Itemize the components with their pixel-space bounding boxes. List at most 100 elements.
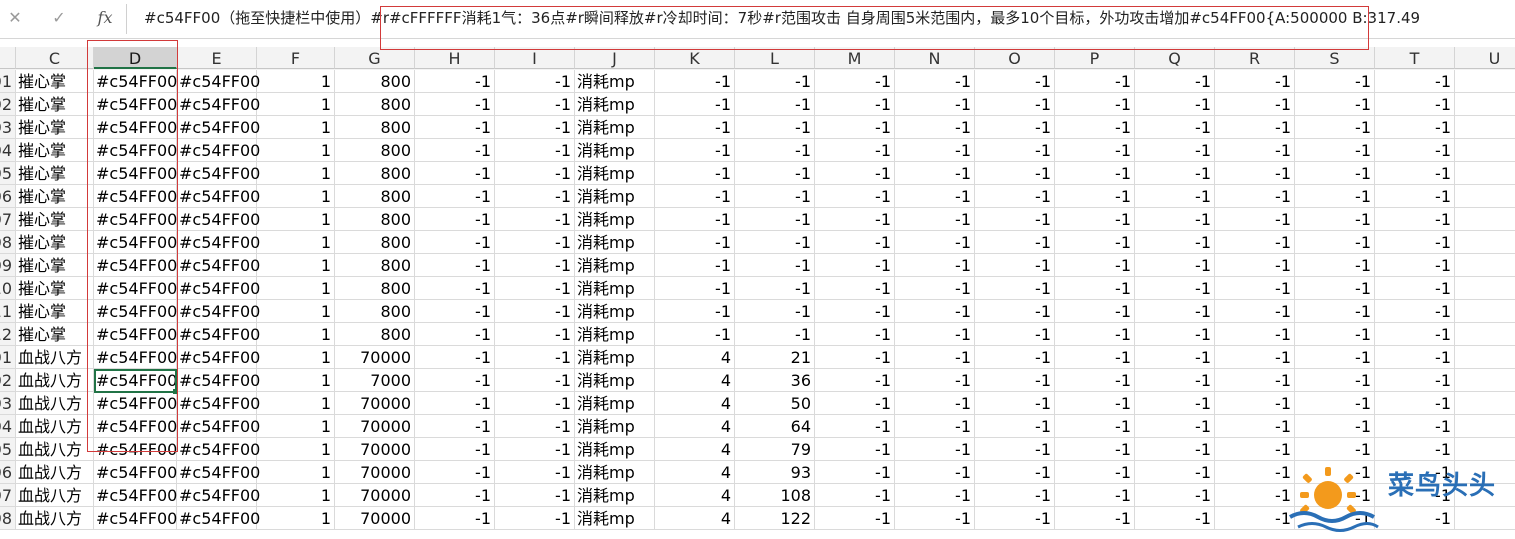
cell-l[interactable]: -1: [735, 116, 815, 139]
row-header[interactable]: 09: [0, 254, 16, 277]
cell-h[interactable]: -1: [415, 208, 495, 231]
cell-r[interactable]: -1: [1215, 185, 1295, 208]
cell-i[interactable]: -1: [495, 231, 575, 254]
cell-h[interactable]: -1: [415, 346, 495, 369]
cell-r[interactable]: -1: [1215, 116, 1295, 139]
cell-empty[interactable]: [1455, 277, 1515, 300]
cell-k[interactable]: 4: [655, 415, 735, 438]
cell-q[interactable]: -1: [1135, 185, 1215, 208]
cell-empty[interactable]: [1455, 139, 1515, 162]
cell-o[interactable]: -1: [975, 346, 1055, 369]
cell-o[interactable]: -1: [975, 369, 1055, 392]
cell-s[interactable]: -1: [1295, 254, 1375, 277]
cell-q[interactable]: -1: [1135, 254, 1215, 277]
column-header-l[interactable]: L: [735, 47, 815, 69]
cell-d[interactable]: #c54FF00: [94, 507, 177, 530]
cell-h[interactable]: -1: [415, 93, 495, 116]
cell-i[interactable]: -1: [495, 254, 575, 277]
cell-o[interactable]: -1: [975, 323, 1055, 346]
cell-s[interactable]: -1: [1295, 116, 1375, 139]
cell-l[interactable]: 36: [735, 369, 815, 392]
cell-t[interactable]: -1: [1375, 93, 1455, 116]
cell-n[interactable]: -1: [895, 369, 975, 392]
cell-f[interactable]: 1: [257, 438, 335, 461]
cell-j[interactable]: 消耗mp: [575, 185, 655, 208]
cell-d[interactable]: #c54FF00: [94, 461, 177, 484]
column-header-g[interactable]: G: [335, 47, 415, 69]
cell-j[interactable]: 消耗mp: [575, 162, 655, 185]
cell-o[interactable]: -1: [975, 231, 1055, 254]
cell-f[interactable]: 1: [257, 369, 335, 392]
column-header-q[interactable]: Q: [1135, 47, 1215, 69]
cell-s[interactable]: -1: [1295, 93, 1375, 116]
cell-k[interactable]: 4: [655, 346, 735, 369]
cell-l[interactable]: 64: [735, 415, 815, 438]
cell-o[interactable]: -1: [975, 70, 1055, 93]
cell-p[interactable]: -1: [1055, 185, 1135, 208]
cell-j[interactable]: 消耗mp: [575, 392, 655, 415]
row-header[interactable]: 08: [0, 507, 16, 530]
cell-p[interactable]: -1: [1055, 369, 1135, 392]
cell-c[interactable]: 摧心掌: [16, 70, 94, 93]
column-header-m[interactable]: M: [815, 47, 895, 69]
cell-m[interactable]: -1: [815, 93, 895, 116]
row-header[interactable]: 07: [0, 208, 16, 231]
cell-f[interactable]: 1: [257, 507, 335, 530]
cell-o[interactable]: -1: [975, 438, 1055, 461]
cell-o[interactable]: -1: [975, 415, 1055, 438]
cell-c[interactable]: 血战八方: [16, 369, 94, 392]
cell-q[interactable]: -1: [1135, 369, 1215, 392]
cell-t[interactable]: -1: [1375, 277, 1455, 300]
cell-m[interactable]: -1: [815, 185, 895, 208]
column-header-c[interactable]: C: [16, 47, 94, 69]
cell-e[interactable]: #c54FF00: [177, 231, 260, 254]
cell-j[interactable]: 消耗mp: [575, 93, 655, 116]
cell-e[interactable]: #c54FF00: [177, 300, 260, 323]
cell-h[interactable]: -1: [415, 369, 495, 392]
cell-r[interactable]: -1: [1215, 93, 1295, 116]
cell-d[interactable]: #c54FF00: [94, 484, 177, 507]
cell-m[interactable]: -1: [815, 415, 895, 438]
cell-n[interactable]: -1: [895, 277, 975, 300]
row-header[interactable]: 08: [0, 231, 16, 254]
cell-m[interactable]: -1: [815, 231, 895, 254]
cell-n[interactable]: -1: [895, 231, 975, 254]
cell-i[interactable]: -1: [495, 139, 575, 162]
cell-r[interactable]: -1: [1215, 70, 1295, 93]
cell-r[interactable]: -1: [1215, 346, 1295, 369]
cell-i[interactable]: -1: [495, 438, 575, 461]
cell-j[interactable]: 消耗mp: [575, 254, 655, 277]
cell-l[interactable]: 21: [735, 346, 815, 369]
cell-m[interactable]: -1: [815, 369, 895, 392]
cell-l[interactable]: -1: [735, 254, 815, 277]
cell-h[interactable]: -1: [415, 139, 495, 162]
row-header-corner[interactable]: [0, 47, 16, 69]
cell-o[interactable]: -1: [975, 139, 1055, 162]
cell-r[interactable]: -1: [1215, 300, 1295, 323]
cell-r[interactable]: -1: [1215, 277, 1295, 300]
cell-c[interactable]: 血战八方: [16, 507, 94, 530]
cell-r[interactable]: -1: [1215, 162, 1295, 185]
cell-o[interactable]: -1: [975, 254, 1055, 277]
cell-f[interactable]: 1: [257, 208, 335, 231]
cell-l[interactable]: -1: [735, 300, 815, 323]
cell-c[interactable]: 摧心掌: [16, 162, 94, 185]
cell-n[interactable]: -1: [895, 139, 975, 162]
cell-k[interactable]: -1: [655, 139, 735, 162]
cell-l[interactable]: -1: [735, 277, 815, 300]
cell-f[interactable]: 1: [257, 139, 335, 162]
cell-k[interactable]: -1: [655, 116, 735, 139]
cell-q[interactable]: -1: [1135, 484, 1215, 507]
cell-p[interactable]: -1: [1055, 461, 1135, 484]
cell-p[interactable]: -1: [1055, 507, 1135, 530]
cell-c[interactable]: 摧心掌: [16, 208, 94, 231]
cell-s[interactable]: -1: [1295, 139, 1375, 162]
cell-g[interactable]: 800: [335, 93, 415, 116]
cell-o[interactable]: -1: [975, 484, 1055, 507]
row-header[interactable]: 06: [0, 185, 16, 208]
row-header[interactable]: 11: [0, 300, 16, 323]
cell-c[interactable]: 血战八方: [16, 392, 94, 415]
cell-k[interactable]: -1: [655, 231, 735, 254]
insert-function-icon[interactable]: fx: [92, 7, 118, 29]
cell-s[interactable]: -1: [1295, 300, 1375, 323]
